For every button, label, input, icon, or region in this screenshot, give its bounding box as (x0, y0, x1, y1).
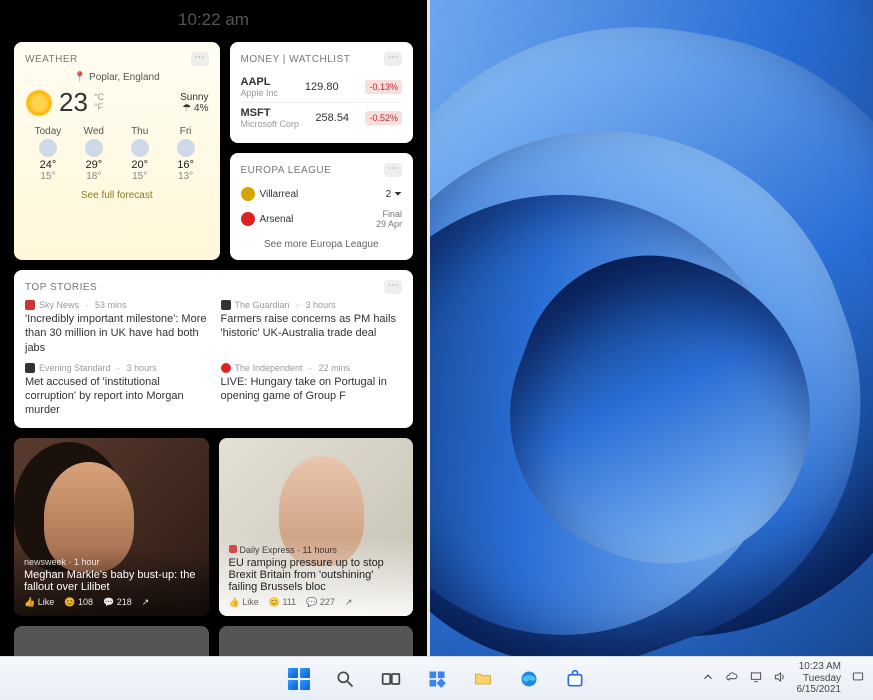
see-more-sports-link[interactable]: See more Europa League (241, 239, 403, 250)
store-icon (565, 669, 585, 689)
weather-icon (85, 139, 103, 157)
news-card[interactable]: newsweek · 1 hour Meghan Markle's baby b… (14, 438, 209, 616)
weather-location: 📍 Poplar, England (25, 72, 209, 83)
team-badge-icon (241, 187, 255, 201)
sports-title: EUROPA LEAGUE (241, 165, 332, 176)
chat-icon (851, 670, 865, 684)
widgets-icon (427, 669, 447, 689)
file-explorer-button[interactable] (470, 666, 496, 692)
system-tray: 10:23 AM Tuesday 6/15/2021 (701, 657, 866, 700)
see-full-forecast-link[interactable]: See full forecast (25, 190, 209, 201)
start-button[interactable] (286, 666, 312, 692)
tray-overflow-button[interactable] (701, 670, 715, 687)
weather-widget[interactable]: WEATHER ⋯ 📍 Poplar, England 23 °C °F Su (14, 42, 220, 260)
news-card[interactable] (14, 626, 209, 656)
sports-widget[interactable]: EUROPA LEAGUE ⋯ Villarreal 2 ⏷ Arsenal F… (230, 153, 414, 260)
widget-menu-button[interactable]: ⋯ (384, 280, 402, 294)
task-view-button[interactable] (378, 666, 404, 692)
widgets-button[interactable] (424, 666, 450, 692)
search-button[interactable] (332, 666, 358, 692)
stock-row[interactable]: MSFTMicrosoft Corp 258.54 -0.52% (241, 103, 403, 133)
edge-icon (519, 669, 539, 689)
comments-button[interactable]: 💬 218 (103, 597, 132, 608)
monitor-icon (749, 670, 763, 684)
top-stories-title: TOP STORIES (25, 282, 97, 293)
folder-icon (473, 669, 493, 689)
story-link[interactable]: Evening Standard · 3 hours Met accused o… (25, 363, 207, 418)
news-card[interactable] (219, 626, 414, 656)
weather-icon (177, 139, 195, 157)
story-link[interactable]: The Guardian · 3 hours Farmers raise con… (221, 300, 403, 355)
volume-tray-icon[interactable] (773, 670, 787, 687)
task-view-icon (381, 669, 401, 689)
store-button[interactable] (562, 666, 588, 692)
weather-title: WEATHER (25, 54, 78, 65)
weather-condition: Sunny (180, 92, 208, 103)
news-card[interactable]: Daily Express · 11 hours EU ramping pres… (219, 438, 414, 616)
sun-icon (25, 89, 53, 117)
widget-menu-button[interactable]: ⋯ (384, 52, 402, 66)
weather-temp: 23 (59, 87, 88, 118)
search-icon (335, 669, 355, 689)
like-button[interactable]: 👍 Like (229, 597, 259, 608)
stock-row[interactable]: AAPLApple Inc 129.80 -0.13% (241, 72, 403, 103)
edge-browser-button[interactable] (516, 666, 542, 692)
news-headline: Meghan Markle's baby bust-up: the fallou… (24, 569, 199, 593)
reactions-count[interactable]: 😊 108 (64, 597, 93, 608)
reactions-count[interactable]: 😊 111 (269, 597, 296, 608)
widget-menu-button[interactable]: ⋯ (384, 163, 402, 177)
share-button[interactable]: ↗ (345, 597, 353, 608)
widget-menu-button[interactable]: ⋯ (191, 52, 209, 66)
windows-icon (288, 668, 310, 690)
top-stories-widget: TOP STORIES ⋯ Sky News · 53 mins 'Incred… (14, 270, 413, 428)
weather-unit: °C °F (94, 93, 104, 113)
widgets-panel: 10:22 am WEATHER ⋯ 📍 Poplar, England 23 … (0, 0, 430, 656)
onedrive-tray-icon[interactable] (725, 670, 739, 687)
network-tray-icon[interactable] (749, 670, 763, 687)
comments-button[interactable]: 💬 227 (306, 597, 335, 608)
story-link[interactable]: The Independent · 22 mins LIVE: Hungary … (221, 363, 403, 418)
news-headline: EU ramping pressure up to stop Brexit Br… (229, 557, 404, 593)
notifications-button[interactable] (851, 670, 865, 687)
money-title: MONEY | WATCHLIST (241, 54, 351, 65)
weather-icon (39, 139, 57, 157)
team-badge-icon (241, 212, 255, 226)
like-button[interactable]: 👍 Like (24, 597, 54, 608)
money-widget[interactable]: MONEY | WATCHLIST ⋯ AAPLApple Inc 129.80… (230, 42, 414, 143)
taskbar-clock[interactable]: 10:23 AM Tuesday 6/15/2021 (797, 661, 842, 696)
widgets-time: 10:22 am (178, 10, 249, 30)
story-link[interactable]: Sky News · 53 mins 'Incredibly important… (25, 300, 207, 355)
speaker-icon (773, 670, 787, 684)
forecast-row: Today24°15° Wed29°18° Thu20°15° Fri16°13… (25, 126, 209, 182)
weather-precip: ☂ 4% (180, 103, 208, 114)
share-button[interactable]: ↗ (142, 597, 150, 608)
cloud-icon (725, 670, 739, 684)
taskbar: 10:23 AM Tuesday 6/15/2021 (0, 656, 873, 700)
weather-icon (131, 139, 149, 157)
chevron-up-icon (701, 670, 715, 684)
